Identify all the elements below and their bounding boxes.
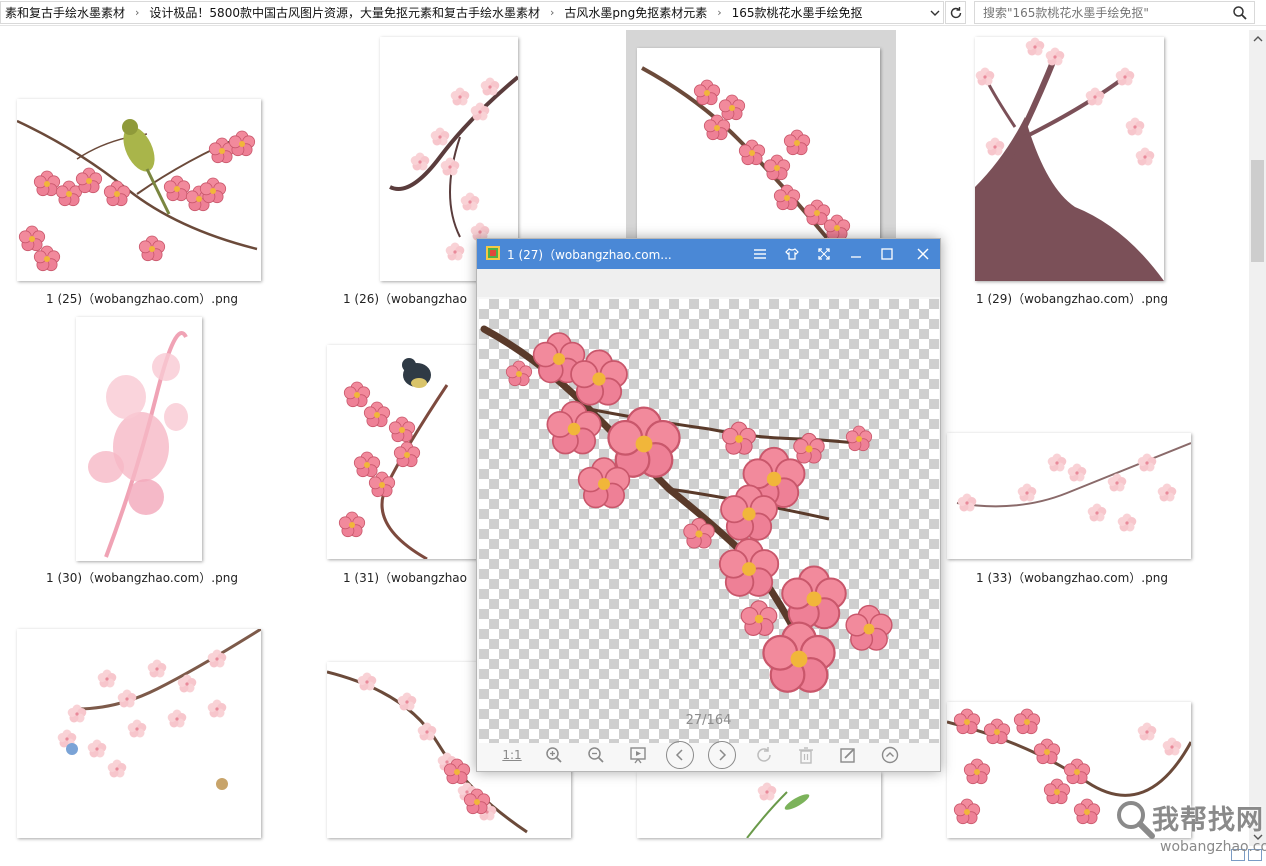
- zoom-out-button[interactable]: [575, 741, 617, 769]
- breadcrumb-separator-icon[interactable]: ›: [711, 6, 727, 19]
- fullscreen-button[interactable]: [814, 244, 834, 264]
- image-viewer-window[interactable]: 1 (27)（wobangzhao.com... 27/164 1:1: [476, 238, 941, 772]
- viewer-title: 1 (27)（wobangzhao.com...: [507, 248, 672, 262]
- red-plum-branch-image: [641, 66, 851, 240]
- file-name[interactable]: 1 (29)（wobangzhao.com）.png: [947, 290, 1197, 307]
- chevron-up-icon: [1253, 36, 1262, 42]
- pale-plum-branch-image: [956, 442, 1191, 532]
- thumbnail-image[interactable]: [975, 37, 1164, 281]
- rotate-icon: [757, 747, 771, 762]
- next-image-button[interactable]: [701, 741, 743, 769]
- refresh-icon: [950, 6, 961, 18]
- actual-size-label: 1:1: [502, 748, 522, 762]
- thumbnail-image[interactable]: [947, 433, 1191, 559]
- edit-icon: [840, 748, 855, 763]
- search-icon[interactable]: [1232, 5, 1248, 21]
- minimize-button[interactable]: [846, 244, 866, 264]
- minimize-icon: [851, 256, 861, 258]
- search-box[interactable]: [974, 1, 1255, 24]
- slideshow-icon: [630, 747, 646, 764]
- chevron-left-icon: [666, 741, 694, 769]
- refresh-button[interactable]: [945, 1, 966, 24]
- delete-button[interactable]: [785, 741, 827, 769]
- thumbnail-image[interactable]: [76, 317, 202, 561]
- zoom-in-button[interactable]: [533, 741, 575, 769]
- close-button[interactable]: [913, 244, 933, 264]
- breadcrumb[interactable]: 素和复古手绘水墨素材 › 设计极品！5800款中国古风图片资源，大量免抠元素和复…: [0, 1, 944, 24]
- thumbnail-image[interactable]: [327, 345, 487, 559]
- site-watermark: 我帮找网 wobangzhao.com: [1110, 796, 1266, 862]
- actual-size-button[interactable]: 1:1: [491, 741, 533, 769]
- viewer-toolbar: 1:1: [477, 739, 940, 771]
- file-name[interactable]: 1 (30)（wobangzhao.com）.png: [17, 569, 267, 586]
- breadcrumb-item[interactable]: 古风水墨png免抠素材元素: [560, 4, 711, 21]
- close-icon: [917, 248, 929, 260]
- breadcrumb-item[interactable]: 165款桃花水墨手绘免抠: [728, 4, 867, 21]
- breadcrumb-separator-icon[interactable]: ›: [129, 6, 145, 19]
- maximize-button[interactable]: [877, 244, 897, 264]
- watermark-title: 我帮找网: [1152, 805, 1264, 836]
- chevron-right-icon: [708, 741, 736, 769]
- file-name[interactable]: 1 (25)（wobangzhao.com）.png: [17, 290, 267, 307]
- expand-icon: [818, 248, 830, 260]
- file-name[interactable]: 1 (31)（wobangzhao: [325, 569, 485, 586]
- blossom-tree-image: [975, 37, 1164, 281]
- blossom-with-leaves-image: [746, 782, 810, 838]
- thumbnail-image[interactable]: [17, 629, 261, 838]
- maximize-icon: [881, 248, 893, 260]
- search-input[interactable]: [983, 5, 1223, 20]
- skin-button[interactable]: [782, 244, 802, 264]
- history-dropdown-button[interactable]: [925, 1, 944, 24]
- chevron-up-circle-icon: [881, 746, 899, 764]
- app-icon: [486, 246, 500, 260]
- image-counter: 27/164: [685, 713, 732, 728]
- shirt-icon: [785, 248, 799, 260]
- viewer-title-bar[interactable]: 1 (27)（wobangzhao.com...: [477, 239, 940, 269]
- previous-image-button[interactable]: [659, 741, 701, 769]
- file-name[interactable]: 1 (33)（wobangzhao.com）.png: [947, 569, 1197, 586]
- bird-pink-blossom-image: [338, 358, 449, 559]
- vertical-scrollbar[interactable]: [1249, 30, 1266, 846]
- bird-on-plum-branch-image: [17, 119, 258, 272]
- thumbnail-image-selected[interactable]: [637, 48, 880, 240]
- watercolor-pink-branch-image: [88, 331, 188, 558]
- file-name[interactable]: 1 (26)（wobangzhao: [325, 290, 485, 307]
- scroll-up-button[interactable]: [1249, 30, 1266, 47]
- scrollbar-thumb[interactable]: [1251, 160, 1264, 262]
- menu-icon: [754, 249, 766, 259]
- breadcrumb-separator-icon[interactable]: ›: [544, 6, 560, 19]
- more-options-button[interactable]: [869, 741, 911, 769]
- watermark-url: wobangzhao.com: [1160, 839, 1266, 855]
- menu-button[interactable]: [750, 244, 770, 264]
- trash-icon: [799, 747, 813, 764]
- breadcrumb-item[interactable]: 设计极品！5800款中国古风图片资源，大量免抠元素和复古手绘水墨素材: [145, 4, 544, 21]
- zoom-in-icon: [546, 747, 562, 763]
- zoom-out-icon: [588, 747, 604, 763]
- slideshow-button[interactable]: [617, 741, 659, 769]
- breadcrumb-item[interactable]: 素和复古手绘水墨素材: [1, 4, 129, 21]
- rotate-button[interactable]: [743, 741, 785, 769]
- edit-button[interactable]: [827, 741, 869, 769]
- chevron-down-icon: [930, 10, 939, 16]
- plum-blossom-image: [480, 325, 893, 694]
- thumbnail-image[interactable]: [637, 772, 881, 838]
- image-canvas[interactable]: [479, 299, 939, 743]
- address-bar: 素和复古手绘水墨素材 › 设计极品！5800款中国古风图片资源，大量免抠元素和复…: [0, 0, 1266, 26]
- viewer-header-strip: [477, 269, 940, 297]
- falling-petals-image: [57, 629, 261, 790]
- magnifier-logo-icon: [1117, 801, 1155, 839]
- status-bar: [0, 846, 1266, 866]
- thumbnail-image[interactable]: [17, 99, 261, 281]
